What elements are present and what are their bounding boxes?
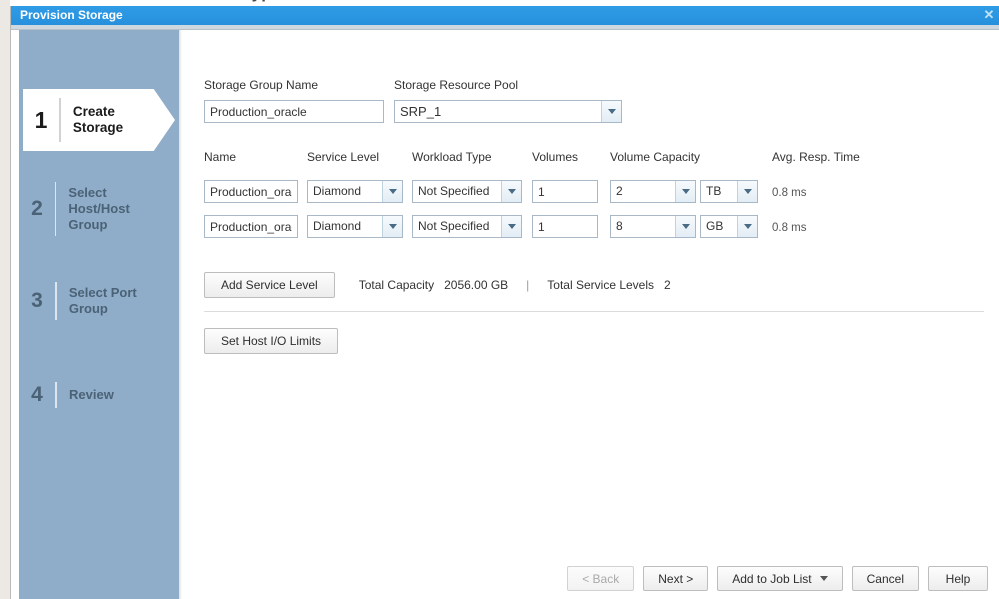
wizard-step-2-number: 2 [31,197,43,220]
row-1-service-level-select[interactable]: Diamond [307,180,403,203]
row-2-service-level-value: Diamond [313,219,362,233]
row-1-workload-type-select[interactable]: Not Specified [412,180,522,203]
table-row: Diamond Not Specified [204,174,882,209]
row-1-capacity-unit-select[interactable]: TB [700,180,758,203]
wizard-step-1-label: Create Storage [72,104,124,135]
add-to-job-list-label: Add to Job List [732,571,812,586]
row-2-name-input[interactable] [204,215,298,238]
column-header-volumes: Volumes [532,150,579,164]
table-header-row: Name Service Level Workload Type Volumes… [204,150,882,174]
storage-resource-pool-label: Storage Resource Pool [394,78,519,92]
wizard-step-select-host-group[interactable]: 2 Select Host/Host Group [19,178,171,240]
next-button[interactable]: Next > [643,566,709,591]
set-host-io-limits-button[interactable]: Set Host I/O Limits [204,328,339,354]
top-fields-row: Storage Group Name Storage Resource Pool… [204,78,622,123]
wizard-step-select-port-group[interactable]: 3 Select Port Group [19,278,171,324]
row-1-capacity-select[interactable]: 2 [610,180,696,203]
column-header-service-level: Service Level [307,150,380,164]
create-storage-pane: Storage Group Name Storage Resource Pool… [182,30,999,599]
host-io-limits-row: Set Host I/O Limits [204,328,339,354]
row-2-workload-type-value: Not Specified [418,219,490,233]
row-1-avg-resp-time: 0.8 ms [772,186,807,199]
row-1-name-input[interactable] [204,180,298,203]
total-service-levels-value: 2 [664,278,671,292]
back-button[interactable]: < Back [567,566,635,591]
row-1-capacity-value: 2 [616,184,623,198]
row-1-capacity-unit-value: TB [706,184,722,198]
storage-group-name-field: Storage Group Name [204,78,384,123]
background-page-title: Service Levels - Workload Types [22,0,291,3]
chevron-down-icon [819,576,828,581]
storage-resource-pool-value: SRP_1 [400,104,442,119]
cancel-button[interactable]: Cancel [851,566,919,591]
row-2-capacity-value: 8 [616,219,623,233]
section-divider [204,311,984,312]
dialog-body: 1 Create Storage 2 Select Host/Host Grou… [11,30,999,599]
totals-separator: | [526,278,530,292]
row-2-capacity-unit-value: GB [706,219,724,233]
chevron-down-icon[interactable] [601,101,621,122]
add-service-level-button[interactable]: Add Service Level [204,272,335,298]
close-icon[interactable]: ✕ [982,8,996,22]
dialog-footer: < Back Next > Add to Job List Cancel Hel… [567,566,988,591]
storage-group-name-label: Storage Group Name [204,78,319,92]
column-header-avg-resp-time: Avg. Resp. Time [772,150,860,164]
row-2-workload-type-select[interactable]: Not Specified [412,215,522,238]
column-header-volume-capacity: Volume Capacity [610,150,701,164]
row-2-volumes-input[interactable] [532,215,598,238]
total-service-levels-label: Total Service Levels [547,278,655,292]
dialog-title: Provision Storage [20,8,123,22]
total-capacity-value: 2056.00 GB [444,278,509,292]
totals-summary: Total Capacity 2056.00 GB | Total Servic… [359,278,689,292]
row-2-capacity-unit-select[interactable]: GB [700,215,758,238]
wizard-step-4-label: Review [69,387,114,402]
row-1-service-level-value: Diamond [313,184,362,198]
storage-group-name-input[interactable] [204,100,384,123]
chevron-down-icon[interactable] [501,216,521,237]
total-capacity-label: Total Capacity [358,278,435,292]
wizard-step-review[interactable]: 4 Review [19,378,171,412]
column-header-name: Name [204,150,237,164]
chevron-down-icon[interactable] [675,216,695,237]
add-service-level-row: Add Service Level Total Capacity 2056.00… [204,272,689,298]
chevron-down-icon[interactable] [737,181,757,202]
wizard-step-create-storage[interactable]: 1 Create Storage [23,89,175,151]
background-left-strip [0,0,10,599]
wizard-step-2-label: Select Host/Host Group [68,185,130,232]
column-header-workload-type: Workload Type [412,150,492,164]
storage-resource-pool-field: Storage Resource Pool SRP_1 [394,78,622,123]
chevron-down-icon[interactable] [382,181,402,202]
row-2-capacity-select[interactable]: 8 [610,215,696,238]
row-1-workload-type-value: Not Specified [418,184,490,198]
page-root: Service Levels - Workload Types Provisio… [0,0,999,599]
table-row: Diamond Not Specified [204,209,882,244]
row-2-avg-resp-time: 0.8 ms [772,221,807,234]
wizard-step-3-number: 3 [31,289,43,312]
chevron-down-icon[interactable] [382,216,402,237]
wizard-step-3-label: Select Port Group [68,285,137,316]
wizard-step-4-number: 4 [31,383,43,406]
row-2-service-level-select[interactable]: Diamond [307,215,403,238]
service-levels-table: Name Service Level Workload Type Volumes… [204,150,882,244]
chevron-down-icon[interactable] [737,216,757,237]
help-button[interactable]: Help [928,566,988,591]
provision-storage-dialog: Provision Storage ✕ 1 Create Storage 2 S… [10,6,999,599]
storage-resource-pool-select[interactable]: SRP_1 [394,100,622,123]
add-to-job-list-button[interactable]: Add to Job List [717,566,843,591]
row-1-volumes-input[interactable] [532,180,598,203]
chevron-down-icon[interactable] [501,181,521,202]
wizard-step-1-number: 1 [34,106,48,133]
dialog-titlebar: Provision Storage ✕ [11,6,999,25]
chevron-down-icon[interactable] [675,181,695,202]
